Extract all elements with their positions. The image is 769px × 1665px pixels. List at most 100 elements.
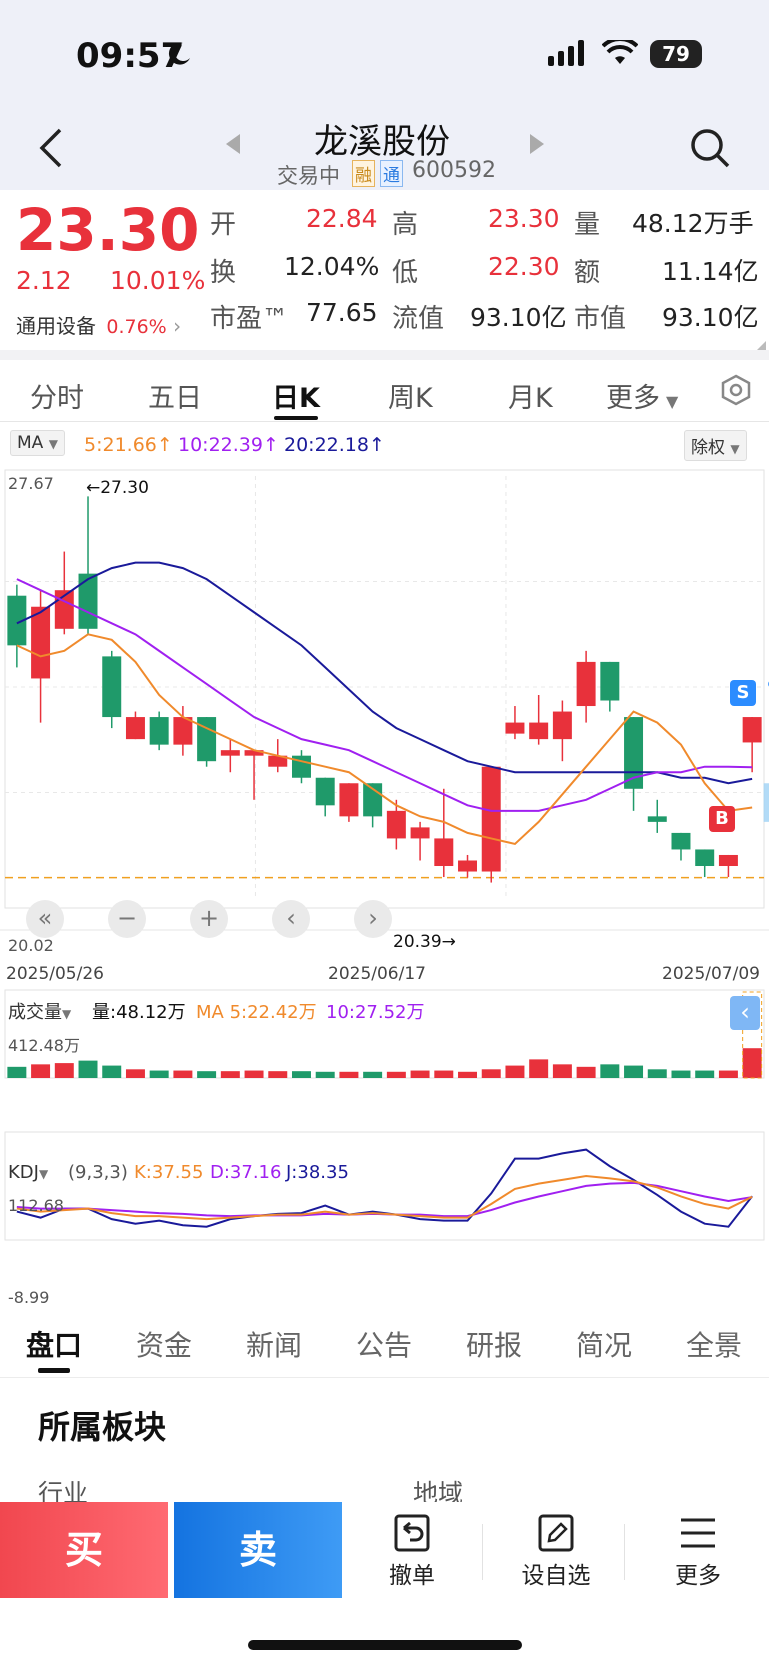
ma-bar: MA ▼ 5:21.66↑ 10:22.39↑ 20:22.18↑ 除权 ▼: [0, 428, 769, 464]
zoom-in-button[interactable]: +: [190, 900, 228, 938]
buy-button[interactable]: 买: [0, 1502, 168, 1598]
next-stock-icon[interactable]: [530, 134, 544, 158]
low-marker: 20.39→: [393, 932, 456, 952]
low-label: 低: [392, 258, 419, 288]
edit-icon: [538, 1514, 574, 1552]
divider: [482, 1524, 483, 1580]
high-value: 23.30: [488, 204, 560, 233]
volume-bar: [481, 1069, 501, 1078]
volume-bar: [624, 1065, 644, 1078]
tab-5day[interactable]: 五日: [148, 376, 202, 415]
volume-bar: [695, 1070, 715, 1078]
zoom-out-button[interactable]: −: [108, 900, 146, 938]
up-arrow-icon: ↑: [368, 434, 385, 456]
search-icon[interactable]: [690, 128, 730, 172]
rights-selector[interactable]: 除权 ▼: [684, 430, 747, 461]
moon-icon: [165, 40, 193, 72]
back-button[interactable]: [38, 128, 64, 172]
volume-bar: [149, 1070, 169, 1078]
y-axis-top-label: 27.67: [8, 474, 54, 493]
volume-bar: [363, 1071, 383, 1078]
volume-y-top-label: 412.48万: [8, 1036, 80, 1055]
scroll-right-button[interactable]: ›: [354, 900, 392, 938]
tab-overview[interactable]: 全景: [686, 1324, 742, 1364]
caret-down-icon: ▼: [666, 392, 679, 411]
sector-link[interactable]: 通用设备 0.76% ›: [16, 310, 181, 339]
tab-research[interactable]: 研报: [466, 1324, 522, 1364]
volume-bar: [600, 1064, 620, 1078]
volume-bar: [386, 1071, 406, 1078]
candle: [149, 717, 169, 745]
volume-header: 成交量▼ 量:48.12万 MA 5:22.42万 10:27.52万 ‹: [0, 996, 769, 1030]
home-indicator: [248, 1640, 522, 1650]
volume-bar: [529, 1059, 549, 1078]
tab-capital[interactable]: 资金: [136, 1324, 192, 1364]
last-price: 23.30: [16, 196, 200, 264]
volume-bar: [552, 1064, 572, 1078]
candle: [505, 722, 525, 734]
sector-name: 通用设备: [16, 314, 96, 338]
sell-signal-marker[interactable]: S: [730, 680, 756, 706]
turnover-value: 12.04%: [284, 252, 380, 281]
caret-down-icon: ▼: [730, 442, 740, 456]
volume-bar: [671, 1070, 691, 1078]
connect-badge: 通: [380, 160, 403, 187]
selection-band: [763, 783, 769, 822]
volume-ma10: 10:27.52万: [326, 1002, 425, 1023]
volume-ma5: MA 5:22.42万: [196, 1002, 317, 1023]
candle: [315, 777, 335, 806]
volume-bar: [647, 1069, 667, 1078]
kdj-selector[interactable]: KDJ▼: [8, 1162, 48, 1183]
tab-order-book[interactable]: 盘口: [26, 1324, 82, 1364]
ma-selector[interactable]: MA ▼: [10, 430, 65, 456]
add-watchlist-button[interactable]: 设自选: [513, 1514, 599, 1594]
tab-news[interactable]: 新闻: [246, 1324, 302, 1364]
chevron-right-icon: ›: [173, 314, 182, 338]
more-button[interactable]: 更多: [658, 1514, 738, 1594]
undo-doc-icon: [394, 1514, 430, 1552]
tab-monthly-k[interactable]: 月K: [508, 376, 553, 415]
add-watchlist-label: 设自选: [521, 1563, 591, 1589]
cancel-order-button[interactable]: 撤单: [372, 1514, 452, 1594]
candle: [742, 717, 762, 743]
ma10-line: [16, 578, 753, 812]
amount-label: 额: [574, 258, 601, 288]
volume-bar: [505, 1065, 525, 1078]
section-title: 所属板块: [38, 1408, 167, 1446]
open-label: 开: [210, 210, 237, 240]
volume-selector[interactable]: 成交量▼: [8, 998, 71, 1024]
prev-stock-icon[interactable]: [226, 134, 240, 158]
volume-bar: [173, 1070, 193, 1078]
tab-daily-k[interactable]: 日K: [272, 376, 320, 415]
volume-bar: [78, 1060, 98, 1078]
candle: [31, 606, 51, 679]
tab-profile[interactable]: 简况: [576, 1324, 632, 1364]
tab-more[interactable]: 更多 ▼: [606, 376, 678, 415]
divider: [624, 1524, 625, 1580]
sell-button[interactable]: 卖: [174, 1502, 342, 1598]
active-tab-indicator: [274, 416, 318, 420]
volume-bar: [31, 1064, 51, 1078]
turnover-label: 换: [210, 258, 237, 288]
collapse-panel-button[interactable]: ‹: [730, 996, 760, 1030]
volume-bar: [718, 1070, 738, 1078]
candle: [600, 661, 620, 701]
ma5-text: 5:21.66↑: [84, 434, 173, 456]
scroll-left-button[interactable]: ‹: [272, 900, 310, 938]
kdj-y-bottom-label: -8.99: [8, 1288, 50, 1307]
battery-level: 79: [662, 42, 690, 66]
sector-pct: 0.76%: [106, 316, 167, 338]
high-marker: ←27.30: [86, 478, 149, 498]
stock-name: 龙溪股份: [314, 122, 450, 162]
menu-icon: [681, 1518, 715, 1548]
volume-bar: [125, 1069, 145, 1078]
jump-start-button[interactable]: «: [26, 900, 64, 938]
tab-weekly-k[interactable]: 周K: [388, 376, 433, 415]
tab-minute[interactable]: 分时: [30, 376, 84, 415]
candle: [576, 661, 596, 707]
settings-hex-icon[interactable]: [720, 374, 752, 410]
tab-announcements[interactable]: 公告: [356, 1324, 412, 1364]
buy-signal-marker[interactable]: B: [709, 806, 735, 832]
status-bar: 09:57 79: [0, 0, 769, 110]
volume-bar: [576, 1066, 596, 1078]
